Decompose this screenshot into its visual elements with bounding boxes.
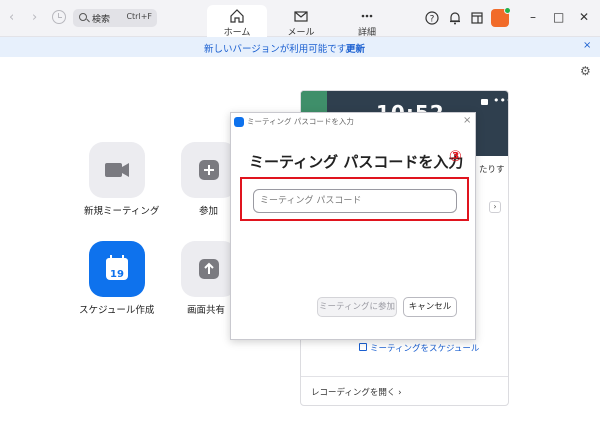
gear-icon[interactable]: ⚙ — [580, 64, 591, 78]
calendar-day: 19 — [110, 269, 124, 280]
zoom-logo-icon — [234, 117, 244, 127]
new-meeting-label: 新規ミーティング — [84, 206, 160, 217]
dialog-window-title: ミーティング パスコードを入力 — [247, 117, 354, 126]
minimize-button[interactable]: – — [530, 10, 536, 24]
schedule-label: スケジュール作成 — [79, 305, 155, 316]
panel-edge-text: たりす — [479, 165, 505, 175]
bell-icon[interactable] — [448, 11, 462, 25]
search-label: 検索 — [92, 15, 111, 25]
recordings-chevron-icon: › — [398, 388, 402, 398]
maximize-button[interactable]: □ — [553, 10, 564, 24]
notice-message: 新しいバージョンが利用可能です。 — [204, 44, 355, 55]
chevron-right-icon[interactable]: › — [489, 201, 501, 213]
notice-close-icon[interactable]: × — [583, 40, 591, 51]
share-screen-button[interactable] — [181, 241, 237, 297]
dialog-heading: ミーティング パスコードを入力 — [249, 153, 464, 171]
calendar-panel-icon[interactable] — [470, 11, 484, 25]
video-camera-icon — [105, 163, 129, 177]
divider — [301, 376, 508, 377]
join-label: 参加 — [199, 206, 219, 217]
calendar-icon: 19 — [106, 255, 128, 280]
plus-icon — [199, 160, 219, 180]
schedule-calendar-icon — [359, 343, 367, 351]
join-button[interactable] — [181, 142, 237, 198]
open-recordings-link[interactable]: レコーディングを開く › — [311, 386, 402, 398]
new-meeting-button[interactable] — [89, 142, 145, 198]
tab-more[interactable]: 詳細 — [338, 5, 396, 38]
svg-text:?: ? — [430, 15, 435, 25]
chevron-down-icon[interactable]: ⌄ — [152, 203, 159, 212]
update-link[interactable]: 更新 — [346, 41, 365, 55]
cancel-button[interactable]: キャンセル — [403, 297, 457, 317]
passcode-input[interactable] — [253, 189, 457, 213]
tab-mail[interactable]: メール — [272, 5, 330, 38]
forward-arrow-icon[interactable]: › — [32, 10, 37, 25]
home-icon — [230, 9, 244, 23]
more-options-icon[interactable]: ••• — [493, 94, 508, 107]
status-dot — [504, 7, 511, 14]
tab-home[interactable]: ホーム — [207, 5, 267, 38]
help-icon[interactable]: ? — [425, 11, 439, 25]
search-shortcut: Ctrl+F — [126, 12, 152, 21]
search-icon — [79, 13, 87, 21]
history-icon[interactable] — [52, 10, 66, 24]
search-box[interactable]: 検索 Ctrl+F — [73, 9, 157, 27]
close-button[interactable]: ✕ — [579, 10, 589, 24]
passcode-dialog: ミーティング パスコードを入力 × ミーティング パスコードを入力 ③ ミーティ… — [230, 112, 476, 340]
mail-icon — [294, 11, 308, 22]
dialog-close-icon[interactable]: × — [463, 115, 471, 126]
schedule-button[interactable]: 19 — [89, 241, 145, 297]
step-marker: ③ — [449, 147, 462, 165]
update-notice: 新しいバージョンが利用可能です。 更新 × — [0, 37, 600, 57]
share-screen-icon — [199, 259, 219, 279]
back-arrow-icon[interactable]: ‹ — [9, 10, 14, 25]
join-meeting-button[interactable]: ミーティングに参加 — [317, 297, 397, 317]
share-screen-label: 画面共有 — [187, 305, 226, 316]
more-icon — [361, 14, 373, 18]
open-recordings-label: レコーディングを開く — [311, 388, 396, 398]
schedule-meeting-link[interactable]: ミーティングをスケジュール — [370, 342, 479, 354]
calendar-mini-icon[interactable] — [481, 99, 488, 105]
title-bar: ‹ › 検索 Ctrl+F ホーム メール 詳細 ? – □ ✕ — [0, 0, 600, 38]
